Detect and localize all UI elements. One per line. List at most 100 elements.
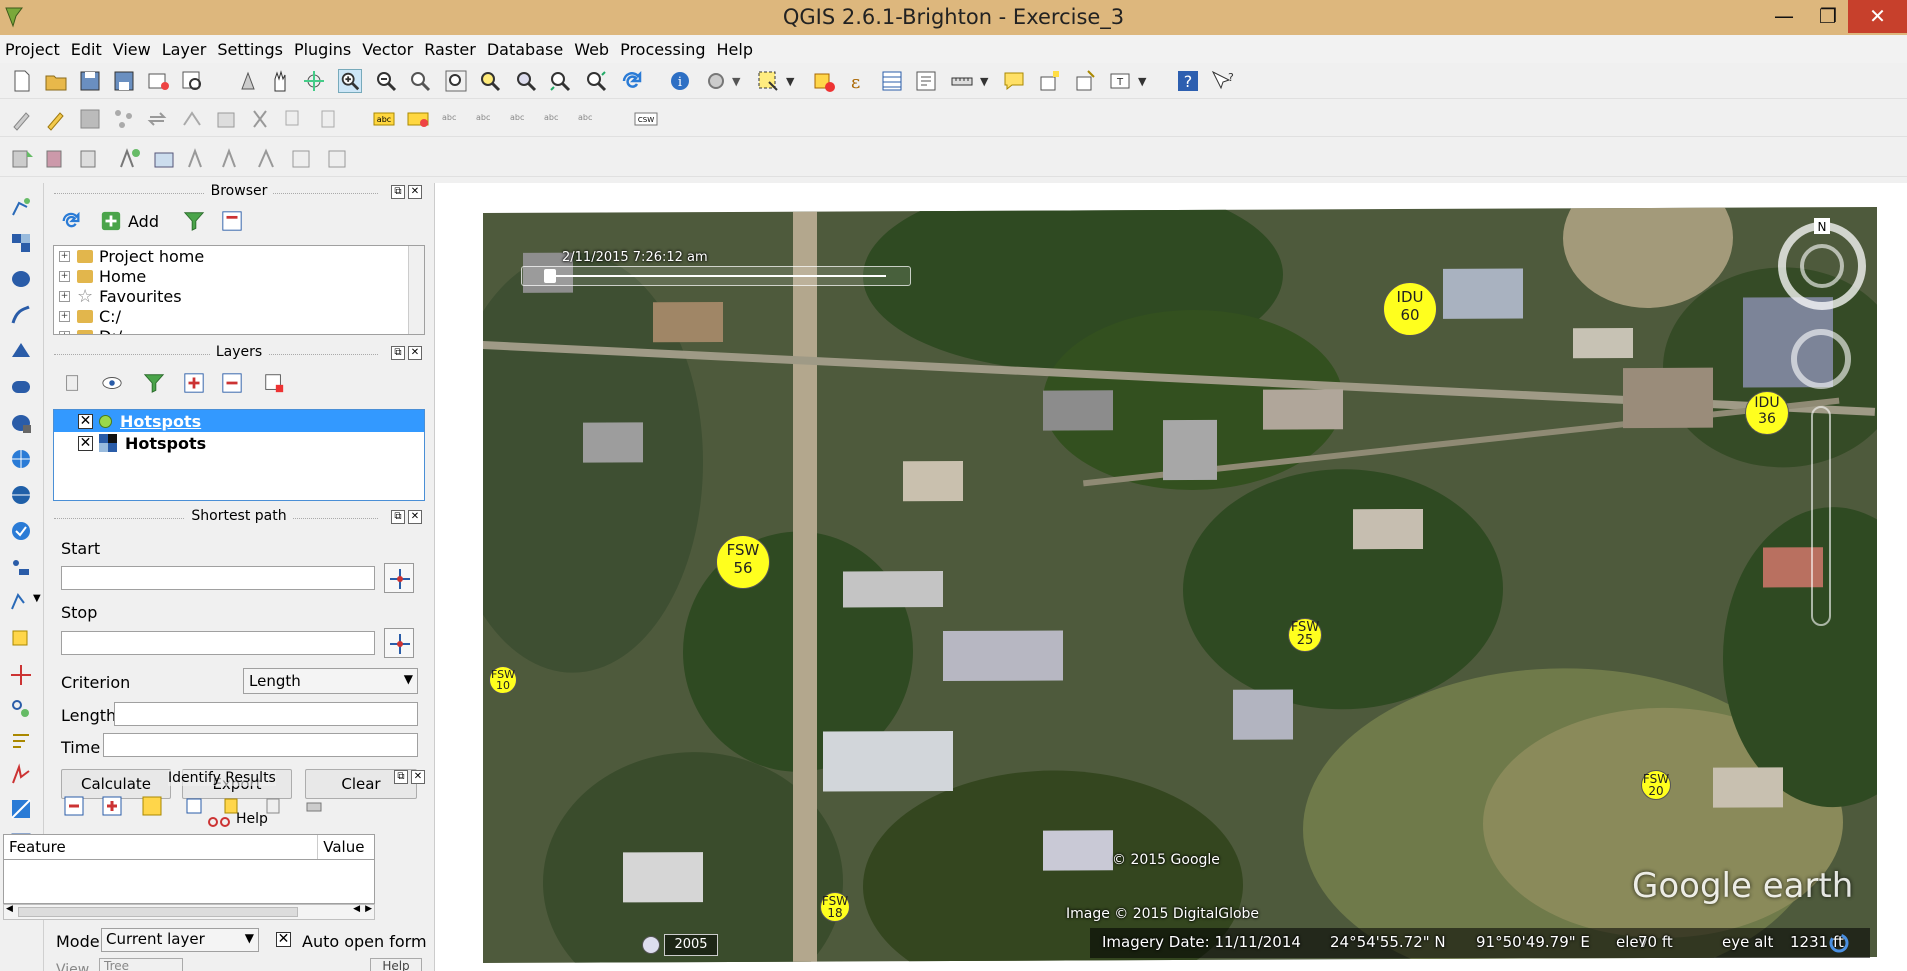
zoom-out-icon[interactable] [374, 69, 398, 93]
hotspot-fsw-10[interactable]: FSW 10 [489, 666, 517, 694]
touch-zoom-icon[interactable] [302, 69, 326, 93]
zoom-full-icon[interactable] [444, 69, 468, 93]
add-feature-icon[interactable] [112, 107, 136, 131]
criterion-select[interactable]: Length ▼ [243, 668, 418, 694]
interpolation-icon[interactable] [9, 797, 33, 821]
add-mssql-icon[interactable] [9, 339, 33, 363]
deselect-features-icon[interactable] [812, 69, 836, 93]
hotspot-fsw-56[interactable]: FSW 56 [716, 535, 770, 589]
close-panel-icon[interactable]: ✕ [408, 346, 422, 360]
add-vector-icon[interactable] [9, 195, 33, 219]
measure-line-icon[interactable] [950, 69, 974, 93]
show-hide-labels-icon[interactable]: abc [474, 107, 498, 131]
open-project-icon[interactable] [44, 69, 68, 93]
add-vector-layer-icon[interactable] [10, 147, 34, 171]
copy-attributes-icon[interactable] [222, 796, 242, 816]
add-wfs-icon[interactable] [9, 519, 33, 543]
scroll-end-icon[interactable]: ▶ [365, 904, 372, 914]
pick-stop-button[interactable] [384, 628, 414, 658]
minimize-button[interactable]: — [1762, 0, 1806, 33]
close-panel-icon[interactable]: ✕ [408, 185, 422, 199]
move-feature-icon[interactable] [146, 107, 170, 131]
text-annotation-icon[interactable]: T [1108, 69, 1132, 93]
copy-features-icon[interactable] [282, 107, 306, 131]
print-icon[interactable] [304, 796, 324, 816]
add-wms-icon[interactable] [9, 447, 33, 471]
add-wms-layer-icon[interactable] [152, 147, 176, 171]
browser-item-c-drive[interactable]: + C:/ [54, 306, 424, 326]
add-selected-button[interactable]: Add [100, 210, 159, 232]
browser-item-home[interactable]: + Home [54, 266, 424, 286]
select-features-icon[interactable] [756, 69, 780, 93]
expand-new-icon[interactable] [142, 796, 162, 816]
layer-visibility-checkbox[interactable]: ✕ [78, 435, 93, 451]
identify-features-icon[interactable]: i [668, 69, 692, 93]
feature-column-header[interactable]: Feature [4, 835, 319, 859]
layer-item-hotspots-points[interactable]: ✕ Hotspots [54, 410, 424, 432]
grass-tools-icon[interactable] [9, 763, 33, 787]
field-calculator-icon[interactable] [914, 69, 938, 93]
close-button[interactable]: ✕ [1848, 0, 1907, 33]
add-oracle-layer-icon[interactable] [326, 147, 350, 171]
expand-all-icon[interactable] [182, 372, 206, 394]
move-label-icon[interactable]: abc [508, 107, 532, 131]
menu-layer[interactable]: Layer [157, 40, 213, 59]
calculate-button[interactable]: Calculate [61, 769, 171, 799]
add-postgis-icon[interactable] [9, 267, 33, 291]
float-panel-icon[interactable]: ⧉ [391, 510, 405, 524]
menu-vector[interactable]: Vector [357, 40, 419, 59]
identify-horizontal-scrollbar[interactable]: ◀ ◀ ▶ [3, 904, 375, 920]
expand-icon[interactable]: + [59, 310, 70, 322]
refresh-icon[interactable] [620, 69, 644, 93]
menu-plugins[interactable]: Plugins [289, 40, 357, 59]
layer-labeling-icon[interactable] [406, 107, 430, 131]
menu-database[interactable]: Database [482, 40, 569, 59]
hotspot-idu-36[interactable]: IDU 36 [1745, 391, 1789, 435]
change-label-icon[interactable]: abc [576, 107, 600, 131]
zoom-to-selection-icon[interactable] [478, 69, 502, 93]
zoom-next-icon[interactable] [584, 69, 608, 93]
measure-dropdown-icon[interactable]: ▼ [980, 75, 988, 88]
expand-icon[interactable]: + [59, 250, 70, 262]
start-input[interactable] [61, 566, 375, 590]
whats-this-icon[interactable]: ? [1210, 69, 1234, 93]
new-project-icon[interactable] [10, 69, 34, 93]
time-slider-handle[interactable] [544, 269, 556, 283]
layer-item-hotspots-raster[interactable]: ✕ Hotspots [54, 432, 424, 454]
action-dropdown-icon[interactable]: ▼ [732, 75, 740, 88]
hotspot-idu-60[interactable]: IDU 60 [1383, 282, 1437, 336]
new-shapefile-layer-icon[interactable] [9, 589, 33, 613]
identify-help-button[interactable]: Help [370, 958, 422, 971]
attribute-table-icon[interactable] [880, 69, 904, 93]
new-shapefile-icon[interactable] [254, 147, 278, 171]
new-temporary-layer-icon[interactable] [9, 625, 33, 649]
maximize-button[interactable]: ❐ [1806, 0, 1850, 33]
pick-start-button[interactable] [384, 563, 414, 593]
close-panel-icon[interactable]: ✕ [408, 510, 422, 524]
google-earth-imagery[interactable] [483, 206, 1877, 964]
scroll-thumb[interactable] [18, 907, 298, 917]
help-contents-icon[interactable]: ? [1176, 69, 1200, 93]
expand-icon[interactable]: + [59, 290, 70, 302]
add-delimited-icon[interactable] [9, 555, 33, 579]
georeferencer-icon[interactable] [9, 729, 33, 753]
stop-input[interactable] [61, 631, 375, 655]
add-postgis-layer-icon[interactable] [78, 147, 102, 171]
menu-processing[interactable]: Processing [615, 40, 711, 59]
menu-help[interactable]: Help [712, 40, 759, 59]
length-input[interactable] [114, 702, 418, 726]
collapse-tree-icon[interactable] [102, 796, 122, 816]
zoom-in-icon[interactable] [338, 69, 362, 93]
expand-icon[interactable]: + [59, 270, 70, 282]
gps-tools-icon[interactable] [9, 697, 33, 721]
zoom-last-icon[interactable] [548, 69, 572, 93]
zoom-native-icon[interactable] [408, 69, 432, 93]
expand-tree-icon[interactable] [64, 796, 84, 816]
hotspot-fsw-20[interactable]: FSW 20 [1641, 770, 1671, 800]
save-project-icon[interactable] [78, 69, 102, 93]
pan-to-selection-icon[interactable] [236, 69, 260, 93]
scroll-right-icon[interactable]: ◀ [353, 904, 360, 914]
collapse-all-icon[interactable] [220, 210, 244, 232]
add-oracle-icon[interactable] [9, 375, 33, 399]
select-by-expression-icon[interactable]: ε [846, 69, 870, 93]
